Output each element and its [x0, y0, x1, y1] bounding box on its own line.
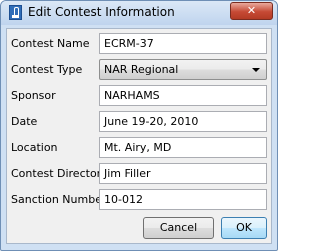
location-label: Location: [11, 141, 58, 154]
sponsor-field[interactable]: NARHAMS: [99, 85, 267, 106]
sponsor-label: Sponsor: [11, 89, 56, 102]
form-panel: Contest Name ECRM-37 Contest Type NAR Re…: [6, 28, 272, 244]
contest-type-label: Contest Type: [11, 63, 83, 76]
contest-name-field[interactable]: ECRM-37: [99, 33, 267, 54]
window-title: Edit Contest Information: [28, 5, 175, 19]
contest-type-value: NAR Regional: [104, 63, 179, 76]
close-button[interactable]: ✕: [230, 2, 273, 20]
contest-director-field[interactable]: Jim Filler: [99, 163, 267, 184]
sanction-number-label: Sanction Number: [11, 193, 107, 206]
contest-type-dropdown[interactable]: NAR Regional: [99, 59, 267, 80]
date-label: Date: [11, 115, 38, 128]
rocket-icon: [9, 5, 22, 20]
title-bar[interactable]: Edit Contest Information ✕: [1, 1, 277, 25]
contest-director-label: Contest Director: [11, 167, 102, 180]
contest-name-label: Contest Name: [11, 37, 90, 50]
cancel-button[interactable]: Cancel: [143, 217, 214, 239]
edit-contest-dialog: Edit Contest Information ✕ Contest Name …: [0, 0, 278, 251]
ok-button[interactable]: OK: [221, 217, 267, 239]
chevron-down-icon: [252, 68, 260, 72]
close-icon: ✕: [246, 4, 257, 17]
location-field[interactable]: Mt. Airy, MD: [99, 137, 267, 158]
date-field[interactable]: June 19-20, 2010: [99, 111, 267, 132]
sanction-number-field[interactable]: 10-012: [99, 189, 267, 210]
